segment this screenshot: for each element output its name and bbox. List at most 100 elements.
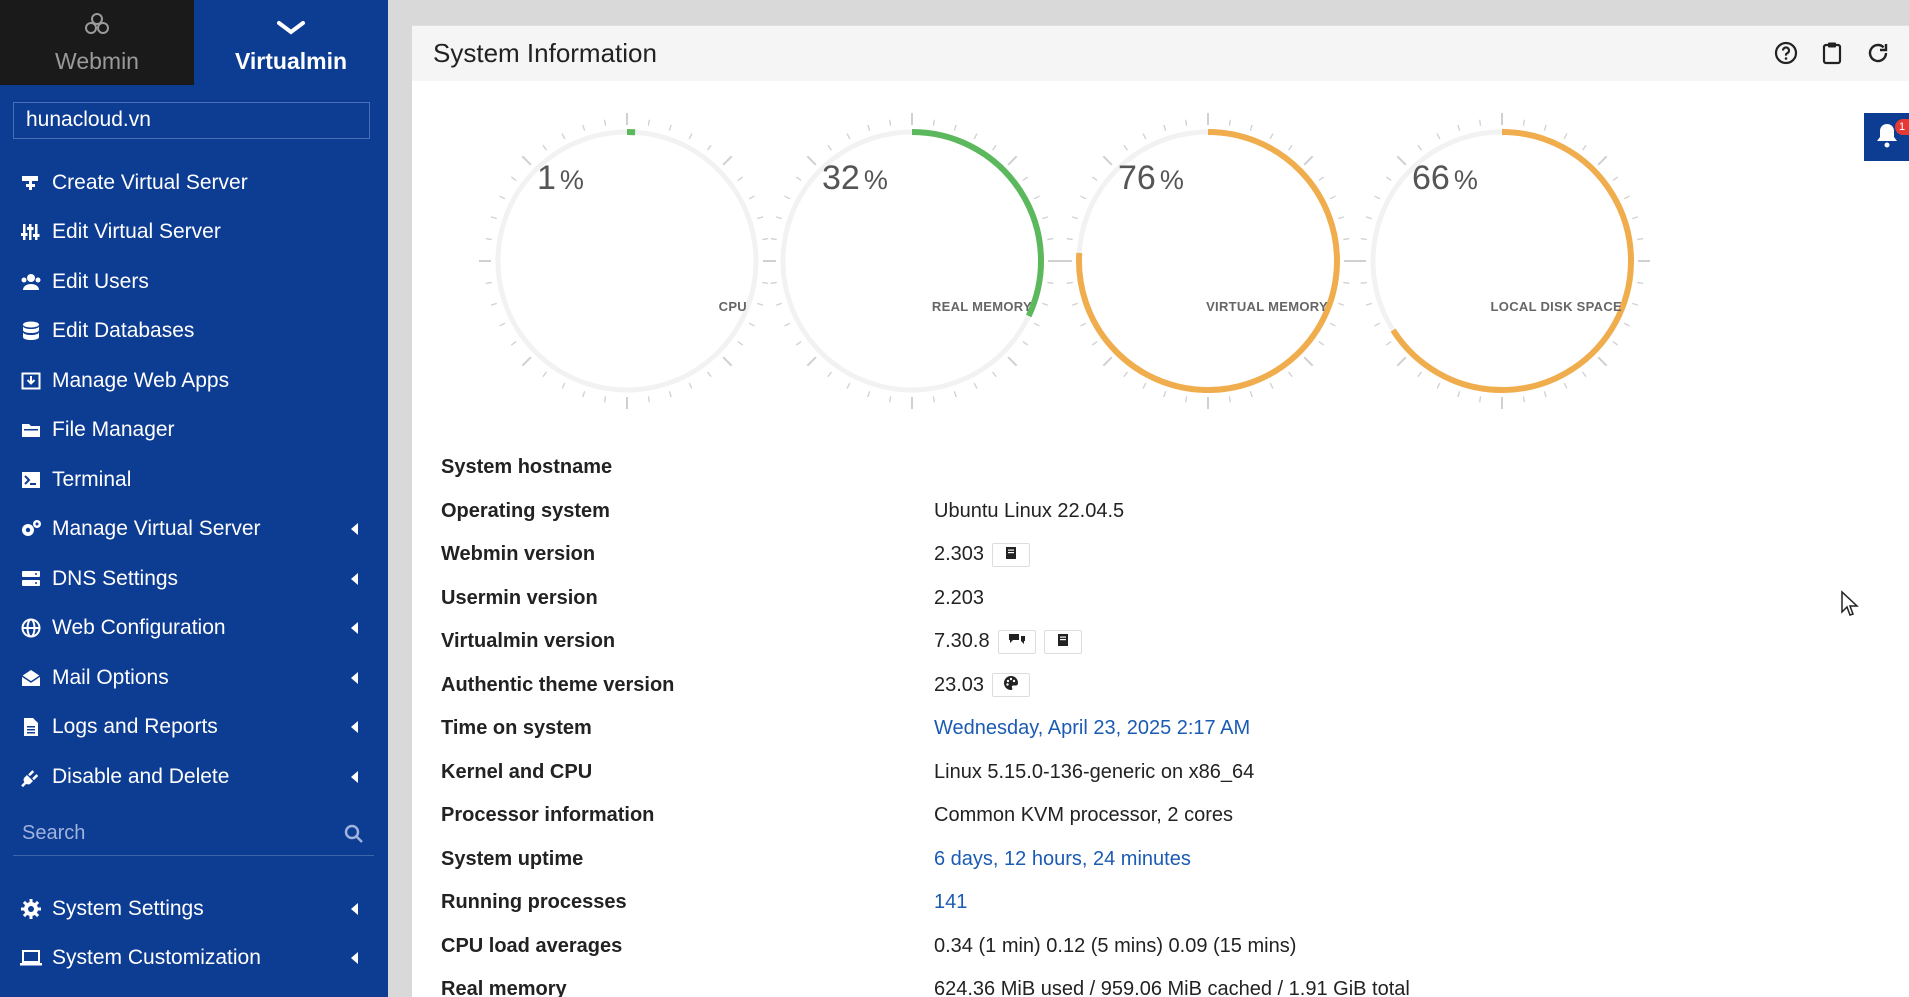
gauge-tick (603, 396, 607, 403)
panel-header: System Information (412, 26, 1909, 81)
sidebar-item-file-manager[interactable]: File Manager (0, 406, 388, 456)
gauge-label: LOCAL DISK SPACE (1490, 299, 1622, 314)
page-title: System Information (433, 38, 657, 68)
webmin-tab[interactable]: Webmin (0, 0, 194, 85)
info-value-text: 0.34 (1 min) 0.12 (5 mins) 0.09 (15 mins… (934, 934, 1297, 957)
sidebar-item-label: Edit Users (52, 269, 149, 293)
sidebar-item-manage-virtual-server[interactable]: Manage Virtual Server (0, 505, 388, 555)
info-value-text[interactable]: Wednesday, April 23, 2025 2:17 AM (934, 717, 1250, 740)
info-value-text[interactable]: 141 (934, 891, 967, 914)
sidebar-item-edit-virtual-server[interactable]: Edit Virtual Server (0, 208, 388, 258)
refresh-icon[interactable] (1865, 40, 1891, 66)
sidebar-menu-system: System Settings System Customization (0, 884, 388, 983)
gauge-tick (499, 322, 506, 327)
virtualmin-logo-icon (277, 20, 305, 48)
book-button[interactable] (1043, 629, 1082, 654)
gauge-cpu: 1% CPU (477, 111, 777, 411)
gauge-tick (770, 237, 777, 241)
gauge-tick (784, 195, 791, 200)
gauge-tick (1612, 341, 1619, 346)
help-icon[interactable] (1773, 40, 1799, 66)
gauge-value: 66% (1412, 159, 1478, 198)
book-button[interactable] (992, 542, 1031, 567)
gauge-tick (737, 341, 744, 346)
gauge-tick (1396, 356, 1407, 367)
gauge-tick (1228, 396, 1232, 403)
gauge-tick (1033, 322, 1040, 327)
sidebar-item-dns-settings[interactable]: DNS Settings (0, 554, 388, 604)
info-row-usermin-version: Usermin version 2.203 (441, 577, 1841, 621)
gauge-value-unit: % (1159, 165, 1184, 195)
palette-button[interactable] (992, 673, 1031, 698)
gauge-tick (1269, 382, 1274, 389)
info-value[interactable]: 6 days, 12 hours, 24 minutes (934, 848, 1191, 871)
sidebar-item-label: Create Virtual Server (52, 170, 248, 194)
gauge-tick (1066, 281, 1073, 285)
info-value-text: 2.303 (934, 543, 985, 566)
gauge-tick (748, 195, 755, 200)
sidebar-item-edit-users[interactable]: Edit Users (0, 257, 388, 307)
comments-button[interactable] (997, 629, 1036, 654)
caret-left-icon (351, 622, 358, 635)
sidebar-item-terminal[interactable]: Terminal (0, 455, 388, 505)
info-row-processor-information: Processor information Common KVM processo… (441, 794, 1841, 838)
gauge-real-memory: 32% REAL MEMORY (762, 111, 1062, 411)
info-value: 23.03 (934, 673, 1031, 698)
sidebar-item-web-configuration[interactable]: Web Configuration (0, 604, 388, 654)
gauge-tick (1249, 391, 1253, 398)
gauge-tick (1365, 216, 1372, 220)
search-icon[interactable] (344, 824, 364, 849)
sidebar-item-manage-web-apps[interactable]: Manage Web Apps (0, 356, 388, 406)
virtualmin-tab[interactable]: Virtualmin (194, 0, 388, 85)
search-input[interactable] (22, 822, 332, 845)
gauge-tick (490, 216, 497, 220)
sidebar-item-label: File Manager (52, 418, 175, 442)
sidebar-item-disable-and-delete[interactable]: Disable and Delete (0, 752, 388, 802)
info-row-time-on-system: Time on system Wednesday, April 23, 2025 … (441, 707, 1841, 751)
sidebar-item-create-virtual-server[interactable]: Create Virtual Server (0, 158, 388, 208)
gauge-virtual-memory: 76% VIRTUAL MEMORY (1058, 111, 1358, 411)
info-value-text[interactable]: 6 days, 12 hours, 24 minutes (934, 848, 1191, 871)
sidebar-item-system-settings[interactable]: System Settings (0, 884, 388, 934)
gauge-tick (806, 155, 817, 166)
gauge-tick (603, 119, 607, 126)
sidebar-item-mail-options[interactable]: Mail Options (0, 653, 388, 703)
domain-selector[interactable]: hunacloud.vn (13, 102, 370, 139)
gauge-tick (1022, 341, 1029, 346)
gauge-tick (1091, 341, 1098, 346)
book-icon (1004, 543, 1018, 566)
gauge-tick (784, 322, 791, 327)
gauge-tick (1249, 124, 1253, 131)
info-label: System hostname (441, 456, 613, 479)
sidebar-item-edit-databases[interactable]: Edit Databases (0, 307, 388, 357)
gauge-tick (1612, 176, 1619, 181)
info-row-authentic-theme-version: Authentic theme version 23.03 (441, 664, 1841, 708)
gauge-tick (973, 382, 978, 389)
sidebar-item-system-customization[interactable]: System Customization (0, 934, 388, 984)
info-label: System uptime (441, 847, 584, 870)
gauge-tick (1318, 176, 1325, 181)
caret-left-icon (351, 902, 358, 915)
info-value[interactable]: Wednesday, April 23, 2025 2:17 AM (934, 717, 1250, 740)
gauge-tick (1007, 356, 1018, 367)
gauge-tick (932, 396, 936, 403)
info-value[interactable]: 141 (934, 891, 967, 914)
palette-icon (1003, 674, 1019, 697)
gauge-tick (1042, 216, 1049, 220)
sidebar-item-label: Edit Databases (52, 319, 195, 343)
sidebar-item-logs-and-reports[interactable]: Logs and Reports (0, 703, 388, 753)
info-row-cpu-load-averages: CPU load averages 0.34 (1 min) 0.12 (5 mi… (441, 925, 1841, 969)
gauge-tick (1457, 124, 1461, 131)
gauge-tick (1042, 302, 1049, 306)
gauge-tick (1338, 302, 1345, 306)
clipboard-icon[interactable] (1819, 40, 1845, 66)
gauge-tick (827, 371, 832, 378)
sidebar-item-label: DNS Settings (52, 566, 179, 590)
info-label: Time on system (441, 717, 592, 740)
gauge-tick (1123, 144, 1128, 151)
info-label: Real memory (441, 978, 567, 997)
info-row-operating-system: Operating system Ubuntu Linux 22.04.5 (441, 490, 1841, 534)
info-label: Usermin version (441, 586, 598, 609)
info-label: Operating system (441, 499, 610, 522)
info-value-text: 624.36 MiB used / 959.06 MiB cached / 1.… (934, 978, 1410, 997)
